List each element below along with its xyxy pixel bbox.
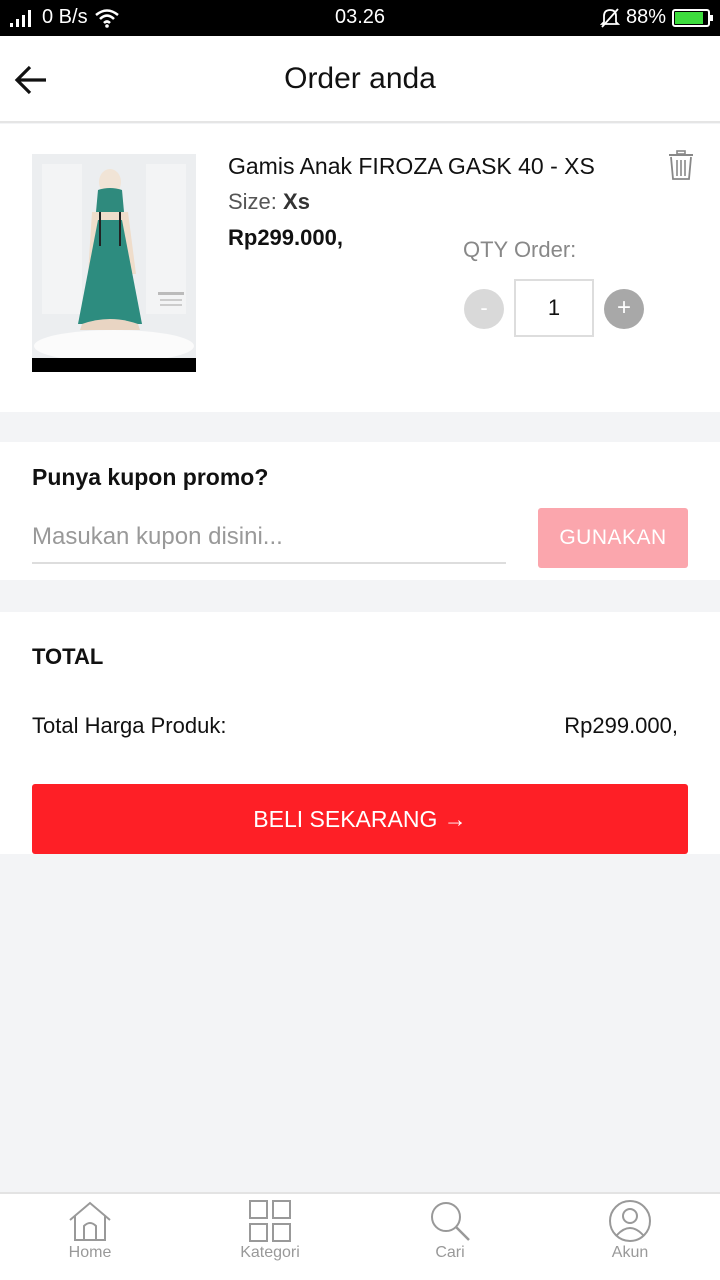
user-icon <box>609 1200 651 1242</box>
nav-cari-label: Cari <box>435 1244 465 1261</box>
bell-off-icon <box>599 7 620 28</box>
nav-akun[interactable]: Akun <box>570 1200 690 1262</box>
coupon-input[interactable] <box>32 512 506 564</box>
search-icon <box>431 1202 470 1241</box>
product-card: Gamis Anak FIROZA GASK 40 - XS Size: Xs … <box>0 124 720 412</box>
bottom-nav: Home Kategori Cari Akun <box>0 1192 720 1280</box>
product-image[interactable] <box>32 154 196 372</box>
battery-percent: 88% <box>625 6 666 28</box>
grid-icon <box>249 1200 291 1242</box>
qty-decrease-button[interactable]: - <box>464 289 504 329</box>
coupon-title: Punya kupon promo? <box>32 464 269 490</box>
nav-home-label: Home <box>68 1244 112 1261</box>
nav-akun-label: Akun <box>611 1244 649 1261</box>
total-label: Total Harga Produk: <box>32 713 227 738</box>
nav-cari[interactable]: Cari <box>390 1200 510 1262</box>
size-value: Xs <box>283 189 310 214</box>
total-card: TOTAL Total Harga Produk: Rp299.000, BEL… <box>0 612 720 854</box>
size-label: Size: <box>228 189 277 214</box>
product-price: Rp299.000, <box>228 225 343 250</box>
page-title: Order anda <box>284 62 436 95</box>
trash-icon <box>669 150 693 180</box>
apply-coupon-button[interactable]: GUNAKAN <box>538 508 688 568</box>
product-size: Size: Xs <box>228 189 310 215</box>
status-bar: 0 B/s 03.26 88% <box>0 0 720 36</box>
total-value: Rp299.000, <box>564 713 678 738</box>
total-title: TOTAL <box>32 644 104 669</box>
nav-kategori[interactable]: Kategori <box>210 1200 330 1262</box>
qty-increase-button[interactable]: + <box>604 289 644 329</box>
qty-input[interactable]: 1 <box>514 279 594 337</box>
product-name: Gamis Anak FIROZA GASK 40 - XS <box>228 153 595 179</box>
app-header: Order anda <box>0 36 720 123</box>
nav-kategori-label: Kategori <box>240 1244 300 1261</box>
home-icon <box>69 1201 111 1241</box>
qty-label: QTY Order: <box>463 237 577 262</box>
nav-home[interactable]: Home <box>30 1200 150 1262</box>
battery-icon <box>672 8 713 27</box>
delete-button[interactable] <box>668 150 694 180</box>
coupon-card: Punya kupon promo? GUNAKAN <box>0 442 720 580</box>
buy-now-button[interactable]: BELI SEKARANG → <box>32 784 688 854</box>
